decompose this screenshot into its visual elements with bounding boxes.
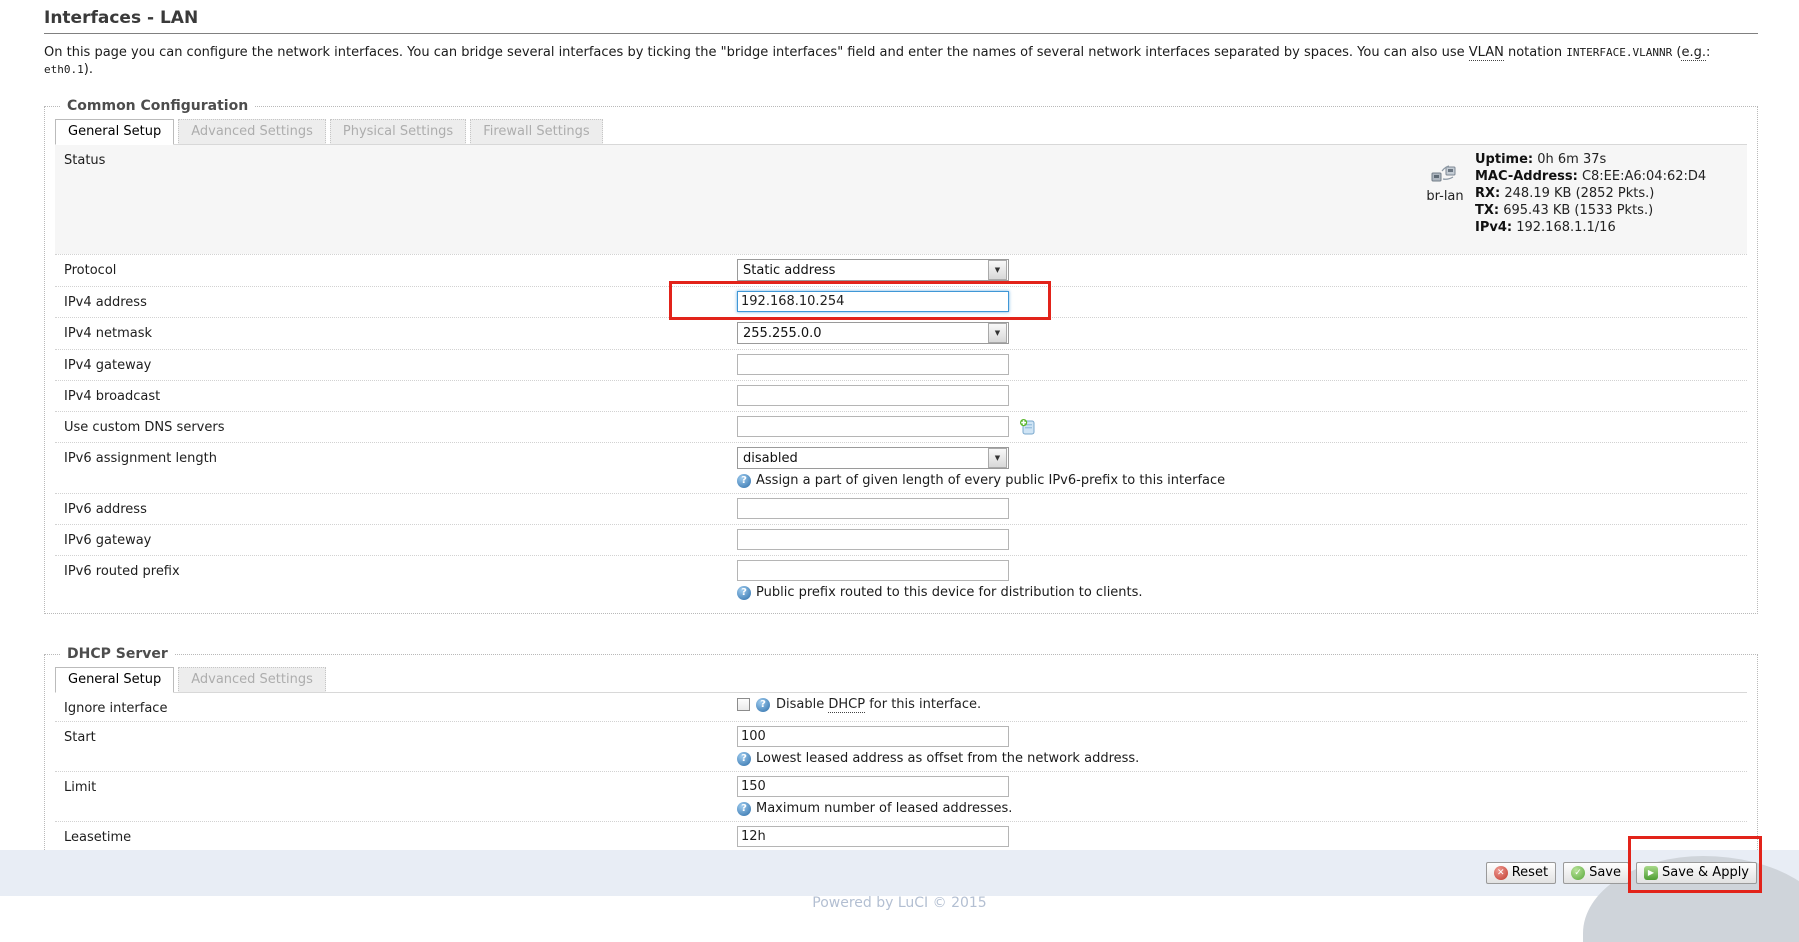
dhcp-server-legend: DHCP Server [61,646,174,662]
status-label: Status [55,149,737,168]
reset-button[interactable]: ✕ Reset [1486,862,1556,884]
dhcp-start-row: Start ? Lowest leased address as offset … [55,721,1747,771]
dhcp-tab-advanced-settings[interactable]: Advanced Settings [178,667,326,693]
reset-icon: ✕ [1494,866,1508,880]
status-details: Uptime: 0h 6m 37s MAC-Address: C8:EE:A6:… [1471,151,1706,236]
ipv6-gateway-label: IPv6 gateway [55,529,737,548]
tab-firewall-settings[interactable]: Firewall Settings [470,119,602,145]
tab-physical-settings[interactable]: Physical Settings [330,119,466,145]
protocol-select[interactable]: Static address ▼ [737,259,1009,281]
ipv6-gateway-input[interactable] [737,529,1009,550]
help-icon: ? [737,752,751,766]
dhcp-server-section: DHCP Server General Setup Advanced Setti… [44,646,1758,880]
vlan-abbr: VLAN [1469,45,1504,61]
ipv6-assignment-label: IPv6 assignment length [55,447,737,466]
device-name: br-lan [1419,189,1471,204]
ignore-interface-row: Ignore interface ? Disable DHCP for this… [55,692,1747,721]
help-icon: ? [737,802,751,816]
dhcp-leasetime-input[interactable] [737,826,1009,847]
help-icon: ? [756,698,770,712]
ignore-interface-checkbox[interactable] [737,698,750,711]
tab-general-setup[interactable]: General Setup [55,119,174,145]
status-row: Status br-lan Uptime: 0h 6m 37s [55,144,1747,254]
footer-text: Powered by LuCI © 2015 [0,895,1799,911]
ipv6-gateway-row: IPv6 gateway [55,524,1747,555]
dhcp-start-input[interactable] [737,726,1009,747]
dhcp-abbr: DHCP [828,697,865,713]
ipv6-address-row: IPv6 address [55,493,1747,524]
ipv6-routed-prefix-input[interactable] [737,560,1009,581]
ipv6-routed-prefix-row: IPv6 routed prefix ? Public prefix route… [55,555,1747,605]
ipv4-netmask-label: IPv4 netmask [55,322,737,341]
ipv6-routed-prefix-label: IPv6 routed prefix [55,560,737,579]
protocol-label: Protocol [55,259,737,278]
interface-vlannr-code: INTERFACE.VLANNR [1566,46,1672,59]
dhcp-limit-input[interactable] [737,776,1009,797]
custom-dns-label: Use custom DNS servers [55,416,737,435]
custom-dns-input[interactable] [737,416,1009,437]
help-icon: ? [737,586,751,600]
help-icon: ? [737,474,751,488]
ipv4-address-row: IPv4 address [55,286,1747,317]
ignore-interface-text: Disable DHCP for this interface. [776,697,981,712]
chevron-down-icon: ▼ [988,448,1007,468]
chevron-down-icon: ▼ [988,260,1007,280]
ipv6-routed-prefix-hint: ? Public prefix routed to this device fo… [737,585,1747,600]
ipv6-address-label: IPv6 address [55,498,737,517]
custom-dns-row: Use custom DNS servers [55,411,1747,442]
status-tx: TX: 695.43 KB (1533 Pkts.) [1475,202,1706,219]
ipv6-assignment-select[interactable]: disabled ▼ [737,447,1009,469]
ipv4-gateway-row: IPv4 gateway [55,349,1747,380]
intro-text: On this page you can configure the netwo… [44,45,1469,60]
apply-icon: ▶ [1644,866,1658,880]
ipv6-assignment-row: IPv6 assignment length disabled ▼ ? Assi… [55,442,1747,493]
ipv6-address-input[interactable] [737,498,1009,519]
ipv4-gateway-label: IPv4 gateway [55,354,737,373]
intro-paragraph: On this page you can configure the netwo… [44,44,1758,78]
status-uptime: Uptime: 0h 6m 37s [1475,151,1706,168]
add-entry-icon[interactable] [1019,418,1036,435]
save-apply-button[interactable]: ▶ Save & Apply [1636,862,1757,884]
ipv4-netmask-select[interactable]: 255.255.0.0 ▼ [737,322,1009,344]
dhcp-start-label: Start [55,726,737,745]
common-tabs: General Setup Advanced Settings Physical… [55,119,1747,145]
common-configuration-section: Common Configuration General Setup Advan… [44,98,1758,614]
dhcp-start-hint: ? Lowest leased address as offset from t… [737,751,1747,766]
chevron-down-icon: ▼ [988,323,1007,343]
dhcp-tab-general-setup[interactable]: General Setup [55,667,174,693]
eth0-code: eth0.1 [44,63,84,76]
ipv4-broadcast-label: IPv4 broadcast [55,385,737,404]
bottom-band: Powered by LuCI © 2015 ✕ Reset ✓ Save ▶ … [0,850,1799,896]
status-mac: MAC-Address: C8:EE:A6:04:62:D4 [1475,168,1706,185]
ipv4-address-label: IPv4 address [55,291,737,310]
ipv6-assignment-hint: ? Assign a part of given length of every… [737,473,1747,488]
protocol-row: Protocol Static address ▼ [55,254,1747,286]
status-rx: RX: 248.19 KB (2852 Pkts.) [1475,185,1706,202]
device-block: br-lan [1419,151,1471,236]
dhcp-limit-hint: ? Maximum number of leased addresses. [737,801,1747,816]
page-title: Interfaces - LAN [44,8,1758,34]
save-button[interactable]: ✓ Save [1563,862,1629,884]
dhcp-limit-row: Limit ? Maximum number of leased address… [55,771,1747,821]
common-configuration-legend: Common Configuration [61,98,254,114]
dhcp-tabs: General Setup Advanced Settings [55,667,1747,693]
ipv4-broadcast-input[interactable] [737,385,1009,406]
save-icon: ✓ [1571,866,1585,880]
dhcp-leasetime-label: Leasetime [55,826,737,845]
tab-advanced-settings[interactable]: Advanced Settings [178,119,326,145]
ignore-interface-label: Ignore interface [55,697,737,716]
ipv4-broadcast-row: IPv4 broadcast [55,380,1747,411]
eg-abbr: e.g. [1681,45,1706,61]
status-ipv4: IPv4: 192.168.1.1/16 [1475,219,1706,236]
bridge-interface-icon [1430,165,1460,183]
ipv4-gateway-input[interactable] [737,354,1009,375]
action-buttons: ✕ Reset ✓ Save ▶ Save & Apply [1486,862,1757,884]
dhcp-limit-label: Limit [55,776,737,795]
ipv4-netmask-row: IPv4 netmask 255.255.0.0 ▼ [55,317,1747,349]
ipv4-address-input[interactable] [737,291,1009,312]
